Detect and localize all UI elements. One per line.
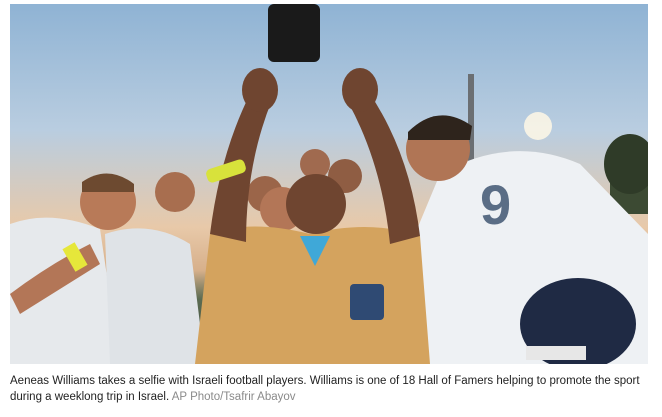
center-man-head — [286, 174, 346, 234]
jacket-patch — [350, 284, 384, 320]
photo-caption: Aeneas Williams takes a selfie with Isra… — [10, 373, 652, 405]
hand-left — [242, 68, 278, 112]
stadium-light — [524, 112, 552, 140]
photo-credit: AP Photo/Tsafrir Abayov — [171, 391, 296, 403]
player-jersey — [105, 228, 205, 364]
caption-text: Aeneas Williams takes a selfie with Isra… — [10, 375, 640, 403]
photo-illustration: 9 — [10, 4, 648, 364]
helmet-label — [526, 346, 586, 360]
news-photo: 9 — [10, 4, 648, 364]
player-hair — [408, 115, 472, 140]
player-hair — [82, 173, 134, 192]
player-head — [155, 172, 195, 212]
phone — [268, 4, 320, 62]
hand-right — [342, 68, 378, 112]
jersey-number: 9 — [480, 173, 511, 236]
